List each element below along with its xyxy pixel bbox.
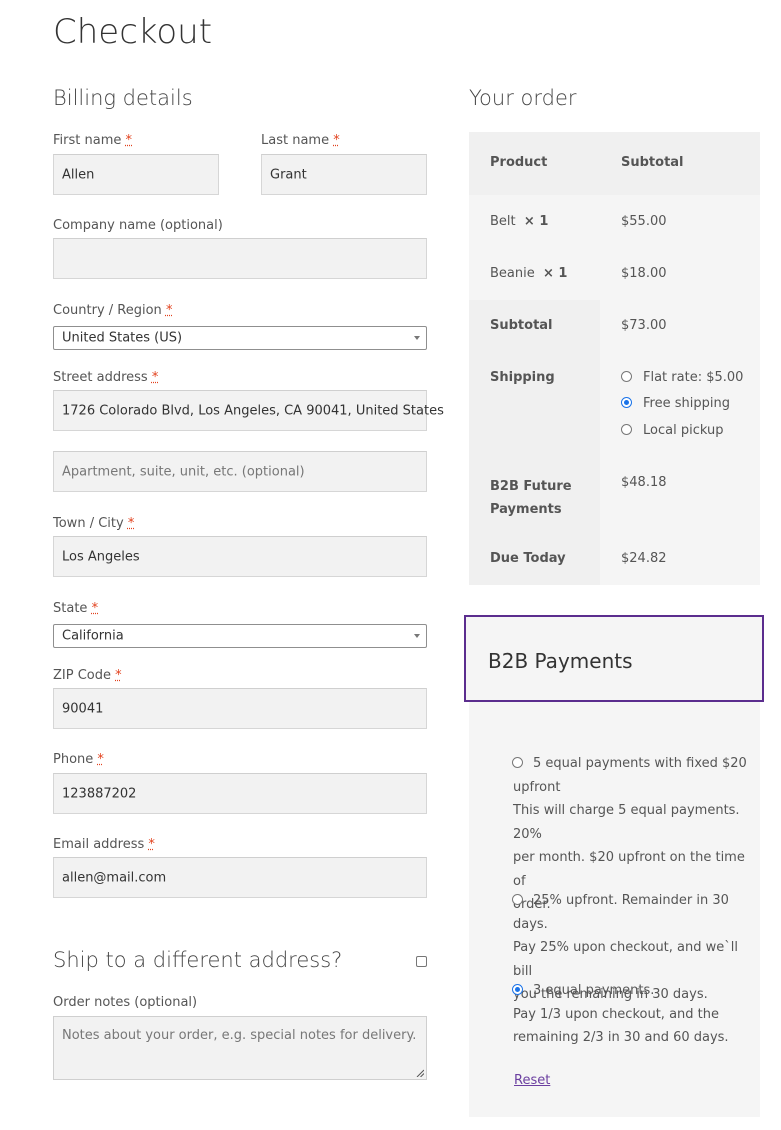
reset-link[interactable]: Reset	[514, 1073, 550, 1088]
shipping-option-label: Local pickup	[643, 423, 724, 438]
table-row: Beanie × 1	[490, 266, 568, 281]
b2b-future-label: B2B Future Payments	[490, 479, 572, 517]
company-label: Company name (optional)	[53, 218, 223, 233]
street-label: Street address *	[53, 370, 159, 385]
order-title: Your order	[469, 86, 577, 110]
item-price: $18.00	[621, 266, 667, 281]
order-table-foot-labels	[469, 300, 600, 585]
subtotal-value: $73.00	[621, 318, 667, 333]
street2-field[interactable]: Apartment, suite, unit, etc. (optional)	[53, 451, 427, 492]
b2b-option-3-payments: 3 equal payments. Pay 1/3 upon checkout,…	[513, 983, 729, 1045]
ship-different-title: Ship to a different address?	[53, 948, 343, 972]
item-price: $55.00	[621, 214, 667, 229]
order-notes-textarea[interactable]: Notes about your order, e.g. special not…	[53, 1016, 427, 1080]
last-name-field[interactable]: Grant	[261, 154, 427, 195]
col-subtotal-header: Subtotal	[621, 155, 684, 170]
b2b-payments-title: B2B Payments	[488, 649, 633, 673]
email-field[interactable]: allen@mail.com	[53, 857, 427, 898]
shipping-option-label: Free shipping	[643, 396, 730, 411]
due-today-label: Due Today	[490, 551, 566, 566]
zip-label: ZIP Code *	[53, 668, 122, 683]
b2b-future-value: $48.18	[621, 475, 667, 490]
email-label: Email address *	[53, 837, 155, 852]
country-select[interactable]: United States (US)	[53, 326, 427, 350]
company-field[interactable]	[53, 238, 427, 279]
state-label: State *	[53, 601, 99, 616]
city-field[interactable]: Los Angeles	[53, 536, 427, 577]
first-name-field[interactable]: Allen	[53, 154, 219, 195]
billing-title: Billing details	[53, 86, 193, 110]
shipping-radio-flat-rate[interactable]	[621, 371, 632, 382]
shipping-label: Shipping	[490, 370, 555, 385]
shipping-radio-free[interactable]	[621, 397, 632, 408]
resize-handle-icon[interactable]	[416, 1069, 424, 1077]
col-product-header: Product	[490, 155, 548, 170]
b2b-payments-header: B2B Payments	[464, 615, 764, 702]
phone-field[interactable]: 123887202	[53, 773, 427, 814]
state-select[interactable]: California	[53, 624, 427, 648]
chevron-down-icon	[414, 634, 420, 638]
table-row: Belt × 1	[490, 214, 549, 229]
street-field[interactable]: 1726 Colorado Blvd, Los Angeles, CA 9004…	[53, 390, 444, 431]
phone-label: Phone *	[53, 752, 104, 767]
shipping-radio-local-pickup[interactable]	[621, 424, 632, 435]
due-today-value: $24.82	[621, 551, 667, 566]
order-notes-label: Order notes (optional)	[53, 995, 198, 1010]
zip-field[interactable]: 90041	[53, 688, 427, 729]
city-label: Town / City *	[53, 516, 135, 531]
last-name-label: Last name *	[261, 133, 340, 148]
country-label: Country / Region *	[53, 303, 173, 318]
subtotal-label: Subtotal	[490, 318, 553, 333]
first-name-label: First name *	[53, 133, 132, 148]
page-title: Checkout	[53, 12, 213, 52]
ship-different-checkbox[interactable]	[416, 956, 427, 967]
chevron-down-icon	[414, 336, 420, 340]
shipping-option-label: Flat rate: $5.00	[643, 370, 744, 385]
